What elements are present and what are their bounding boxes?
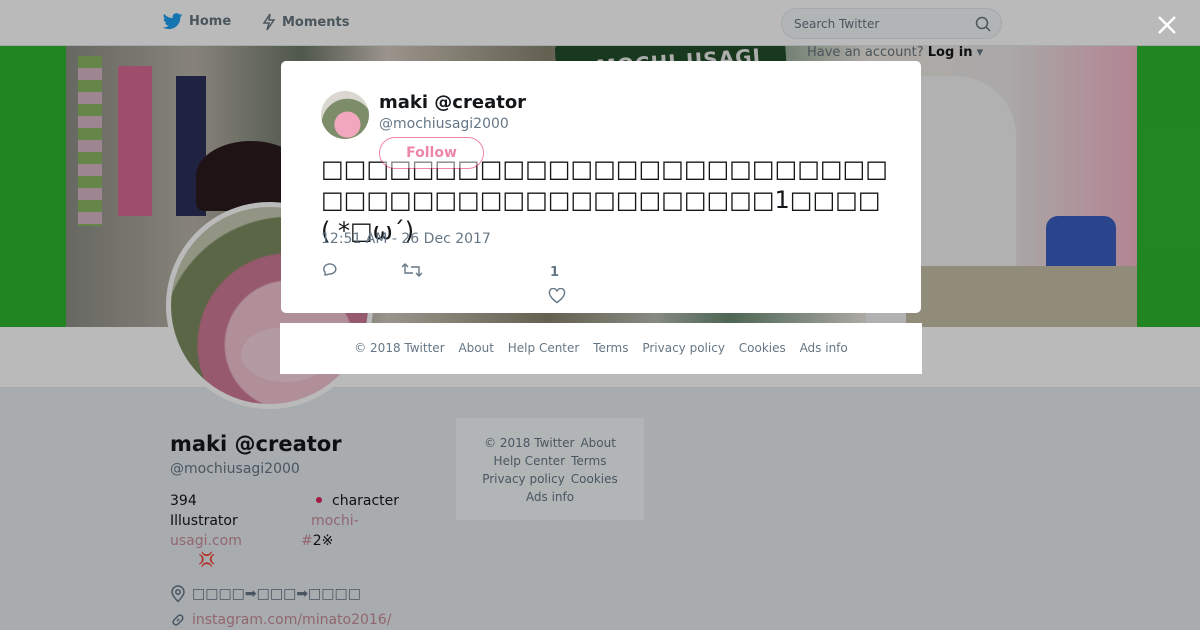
reply-icon[interactable] bbox=[321, 261, 339, 279]
tweet-modal: maki @creator @mochiusagi2000 □□□□□□□□□□… bbox=[281, 61, 921, 313]
tweet-timestamp[interactable]: 12:51 AM - 26 Dec 2017 bbox=[321, 231, 491, 247]
modal-footer-about[interactable]: About bbox=[458, 341, 493, 355]
tweet-author-name[interactable]: maki @creator bbox=[379, 92, 526, 113]
modal-footer-help[interactable]: Help Center bbox=[508, 341, 580, 355]
retweet-icon[interactable] bbox=[401, 261, 423, 279]
close-icon[interactable] bbox=[1156, 14, 1178, 36]
tweet-author-handle[interactable]: @mochiusagi2000 bbox=[379, 116, 509, 132]
modal-footer-privacy[interactable]: Privacy policy bbox=[642, 341, 725, 355]
follow-button[interactable]: Follow bbox=[379, 137, 484, 169]
modal-footer-ads[interactable]: Ads info bbox=[800, 341, 848, 355]
modal-footer: © 2018 Twitter About Help Center Terms P… bbox=[280, 323, 922, 374]
modal-footer-terms[interactable]: Terms bbox=[593, 341, 628, 355]
modal-footer-cookies[interactable]: Cookies bbox=[739, 341, 786, 355]
heart-icon[interactable] bbox=[548, 288, 566, 304]
tweet-author-avatar[interactable] bbox=[321, 91, 369, 139]
tweet-actions: 1 bbox=[321, 261, 581, 311]
modal-footer-copyright: © 2018 Twitter bbox=[354, 341, 445, 355]
like-count: 1 bbox=[550, 265, 560, 280]
